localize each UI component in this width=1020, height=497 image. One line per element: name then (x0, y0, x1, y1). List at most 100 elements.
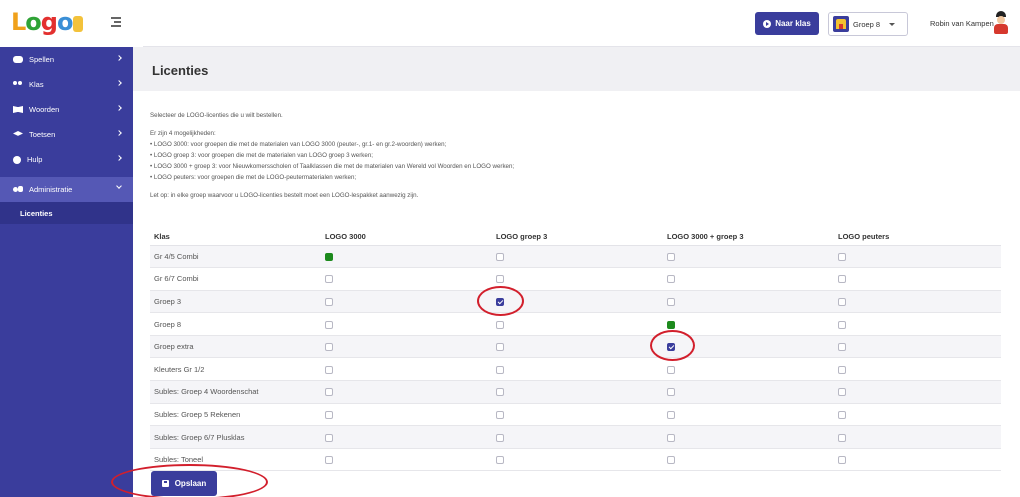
license-checkbox[interactable] (325, 433, 333, 442)
license-checkbox[interactable] (325, 410, 333, 419)
license-checkbox[interactable] (496, 275, 504, 284)
play-icon (763, 19, 772, 28)
license-checkbox[interactable] (496, 433, 504, 442)
page-header: Licenties (133, 47, 1020, 91)
license-cell (492, 335, 663, 359)
column-header: LOGO 3000 (321, 228, 492, 246)
logo[interactable]: Logo (11, 8, 84, 36)
license-checkbox[interactable] (667, 388, 675, 397)
license-checkbox[interactable] (838, 343, 846, 352)
license-checkbox[interactable] (667, 433, 675, 442)
license-checkbox[interactable] (496, 252, 504, 261)
license-cell (663, 290, 834, 314)
logo-area: Logo (0, 0, 143, 47)
license-cell (321, 245, 492, 269)
license-checkbox[interactable] (838, 275, 846, 284)
sidebar-item-label: Administratie (29, 185, 73, 194)
intro-line: Selecteer de LOGO-licenties die u wilt b… (150, 112, 283, 119)
sidebar-item-klas[interactable]: Klas (0, 72, 133, 97)
chevron-down-icon (889, 22, 896, 26)
save-disk-icon (161, 480, 169, 487)
group-select-label: Groep 8 (853, 19, 881, 29)
class-name-cell: Groep extra (150, 335, 321, 359)
license-cell (834, 403, 1001, 427)
class-name-cell: Gr 6/7 Combi (150, 267, 321, 291)
avatar[interactable] (992, 11, 1010, 35)
license-checkbox[interactable] (667, 252, 675, 261)
license-checkbox[interactable] (838, 297, 846, 306)
license-cell (321, 403, 492, 427)
page-title: Licenties (152, 63, 209, 78)
table-row: Kleuters Gr 1/2 (150, 357, 1001, 382)
license-checkbox[interactable] (496, 297, 504, 306)
license-checkbox[interactable] (325, 320, 333, 329)
table-row: Groep 8 (150, 312, 1001, 336)
license-checkbox[interactable] (667, 365, 675, 374)
license-cell (834, 380, 1001, 404)
license-checkbox[interactable] (667, 456, 675, 465)
license-checkbox[interactable] (838, 433, 846, 442)
license-cell (321, 267, 492, 291)
license-checkbox[interactable] (838, 320, 846, 329)
license-checkbox[interactable] (667, 410, 675, 419)
license-checkbox[interactable] (838, 365, 846, 374)
sidebar-item-woorden[interactable]: Woorden (0, 97, 133, 122)
sidebar-item-administratie[interactable]: Administratie (0, 177, 133, 202)
license-checkbox[interactable] (838, 388, 846, 397)
license-checkbox[interactable] (325, 252, 333, 261)
table-header-row: Klas LOGO 3000 LOGO groep 3 LOGO 3000 + … (150, 228, 1001, 246)
license-checkbox[interactable] (325, 456, 333, 465)
naar-klas-button[interactable]: Naar klas (755, 12, 819, 35)
license-checkbox[interactable] (496, 410, 504, 419)
table-row: Gr 4/5 Combi (150, 245, 1001, 269)
license-cell (321, 290, 492, 314)
column-header: LOGO peuters (834, 228, 1001, 246)
sidebar-item-label: Woorden (29, 105, 60, 114)
license-checkbox[interactable] (838, 456, 846, 465)
license-checkbox[interactable] (667, 320, 675, 329)
license-checkbox[interactable] (838, 410, 846, 419)
chevron-right-icon (116, 130, 122, 136)
license-checkbox[interactable] (667, 297, 675, 306)
sidebar-item-spellen[interactable]: Spellen (0, 47, 133, 72)
license-checkbox[interactable] (496, 320, 504, 329)
license-cell (663, 335, 834, 359)
save-button[interactable]: Opslaan (151, 471, 217, 496)
license-cell (834, 357, 1001, 382)
license-cell (492, 380, 663, 404)
license-cell (663, 380, 834, 404)
license-checkbox[interactable] (325, 297, 333, 306)
license-checkbox[interactable] (667, 343, 675, 352)
license-cell (663, 312, 834, 336)
option-line: • LOGO 3000: voor groepen die met de mat… (150, 141, 447, 148)
chevron-right-icon (116, 55, 122, 61)
table-body: Gr 4/5 Combi Gr 6/7 Combi Groep 3 Groep 8 Gr… (150, 245, 1001, 472)
sidebar: Spellen Klas Woorden Toetsen Hulp Admini… (0, 47, 133, 497)
license-checkbox[interactable] (325, 388, 333, 397)
graduation-cap-icon (13, 131, 23, 136)
sidebar-item-toetsen[interactable]: Toetsen (0, 122, 133, 147)
license-checkbox[interactable] (325, 365, 333, 374)
license-checkbox[interactable] (496, 388, 504, 397)
sidebar-subitem-licenties[interactable]: Licenties (0, 202, 133, 224)
license-checkbox[interactable] (325, 343, 333, 352)
license-checkbox[interactable] (667, 275, 675, 284)
license-checkbox[interactable] (496, 456, 504, 465)
chevron-right-icon (116, 155, 122, 161)
chevron-right-icon (116, 80, 122, 86)
license-checkbox[interactable] (838, 252, 846, 261)
license-checkbox[interactable] (496, 343, 504, 352)
top-bar: Logo Naar klas Groep 8 Robin van Kampen (0, 0, 1020, 47)
sidebar-item-hulp[interactable]: Hulp (0, 147, 133, 172)
license-cell (663, 425, 834, 449)
license-checkbox[interactable] (496, 365, 504, 374)
license-checkbox[interactable] (325, 275, 333, 284)
class-name-cell: Subles: Groep 5 Rekenen (150, 403, 321, 427)
group-select[interactable]: Groep 8 (828, 12, 908, 36)
license-cell (492, 290, 663, 314)
option-line: • LOGO peuters: voor groepen die met de … (150, 174, 357, 181)
options-heading: Er zijn 4 mogelijkheden: (150, 130, 216, 137)
user-name[interactable]: Robin van Kampen (930, 19, 994, 28)
menu-toggle-icon[interactable] (111, 17, 121, 27)
chevron-right-icon (116, 105, 122, 111)
